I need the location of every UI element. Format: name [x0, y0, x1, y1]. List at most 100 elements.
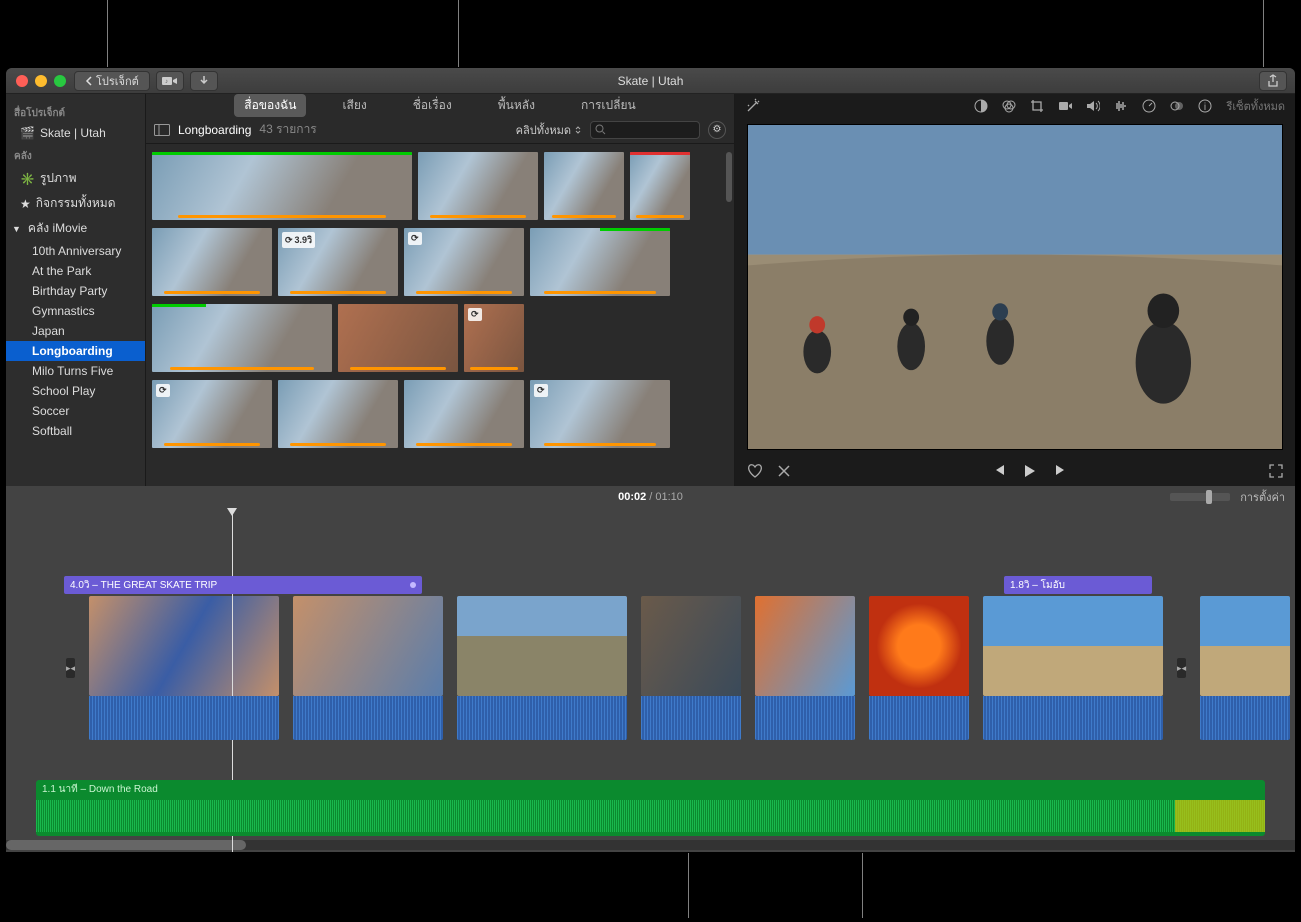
sidebar-event-item[interactable]: Softball	[6, 421, 145, 441]
transition-icon[interactable]: ▸◂	[66, 658, 75, 678]
title-clip-1[interactable]: 4.0วิ – THE GREAT SKATE TRIP	[64, 576, 422, 594]
timeline-clip[interactable]	[755, 596, 855, 740]
stabilization-icon[interactable]	[1058, 100, 1074, 112]
tab-สื่อของฉัน[interactable]: สื่อของฉัน	[234, 94, 306, 117]
enhance-wand-icon[interactable]	[745, 98, 761, 114]
music-track[interactable]: 1.1 นาที – Down the Road	[36, 780, 1265, 836]
media-import-button[interactable]: ♪	[156, 71, 184, 91]
browser-clip-count: 43 รายการ	[259, 120, 316, 139]
search-icon	[595, 124, 606, 135]
sidebar-event-item[interactable]: School Play	[6, 381, 145, 401]
sidebar-event-item[interactable]: Gymnastics	[6, 301, 145, 321]
speed-icon[interactable]	[1142, 99, 1158, 113]
search-input[interactable]	[590, 121, 700, 139]
clip-filter-dropdown[interactable]: คลิปทั้งหมด	[516, 121, 582, 139]
previous-button[interactable]	[992, 464, 1006, 478]
browser-settings-button[interactable]: ⚙	[708, 121, 726, 139]
share-icon	[1267, 74, 1279, 88]
upper-panes: สื่อโปรเจ็กต์ 🎬 Skate | Utah คลัง ✳️ รูป…	[6, 94, 1295, 486]
play-button[interactable]	[1024, 464, 1036, 478]
timeline-body[interactable]: 4.0วิ – THE GREAT SKATE TRIP 1.8วิ – โมอ…	[6, 508, 1295, 852]
tab-เสียง[interactable]: เสียง	[332, 94, 376, 117]
timeline-clip[interactable]	[869, 596, 969, 740]
color-correction-icon[interactable]	[1002, 99, 1018, 113]
sidebar-item-photos[interactable]: ✳️ รูปภาพ	[6, 166, 145, 191]
share-button[interactable]	[1259, 71, 1287, 91]
sidebar-label-all-events: กิจกรรมทั้งหมด	[36, 194, 116, 213]
reset-all-button[interactable]: รีเซ็ตทั้งหมด	[1226, 97, 1285, 115]
volume-icon[interactable]	[1086, 100, 1102, 112]
projects-label: โปรเจ็กต์	[96, 72, 139, 90]
timeline-clip[interactable]	[457, 596, 627, 740]
sidebar-event-item[interactable]: At the Park	[6, 261, 145, 281]
projects-back-button[interactable]: โปรเจ็กต์	[74, 71, 150, 91]
sidebar-event-item[interactable]: Longboarding	[6, 341, 145, 361]
events-list: 10th AnniversaryAt the ParkBirthday Part…	[6, 241, 145, 441]
sidebar-label-photos: รูปภาพ	[40, 169, 77, 188]
libraries-sidebar: สื่อโปรเจ็กต์ 🎬 Skate | Utah คลัง ✳️ รูป…	[6, 94, 146, 486]
minimize-window-button[interactable]	[35, 75, 47, 87]
media-browser: สื่อของฉัน เสียง ชื่อเรื่อง พื้นหลัง การเปลี…	[146, 94, 735, 486]
favorite-button[interactable]	[747, 464, 763, 478]
svg-text:♪: ♪	[165, 79, 168, 85]
clip-thumbnails-area[interactable]: ⟳3.9วิ ⟳ ⟳ ⟳ ⟳	[146, 144, 734, 486]
star-icon: ★	[20, 197, 31, 211]
timeline-settings-button[interactable]: การตั้งค่า	[1240, 488, 1285, 506]
media-icon: ♪	[162, 75, 178, 87]
browser-event-title: Longboarding	[178, 123, 251, 137]
music-clip-label: 1.1 นาที – Down the Road	[42, 782, 158, 797]
disclosure-triangle-icon[interactable]: ▼	[12, 224, 21, 234]
close-window-button[interactable]	[16, 75, 28, 87]
sidebar-item-all-events[interactable]: ★ กิจกรรมทั้งหมด	[6, 191, 145, 216]
zoom-slider[interactable]	[1170, 493, 1230, 501]
svg-text:i: i	[1204, 102, 1206, 113]
clip-filter-label: คลิปทั้งหมด	[516, 121, 571, 139]
photos-icon: ✳️	[20, 172, 35, 186]
titlebar: โปรเจ็กต์ ♪ Skate | Utah	[6, 68, 1295, 94]
viewer-toolbar: i รีเซ็ตทั้งหมด	[735, 94, 1295, 118]
clip-filter-icon[interactable]	[1170, 99, 1186, 113]
sidebar-event-item[interactable]: Soccer	[6, 401, 145, 421]
timeline-header: 00:02 / 01:10 การตั้งค่า	[6, 486, 1295, 508]
timeline-clip[interactable]	[1200, 596, 1290, 740]
color-balance-icon[interactable]	[974, 99, 990, 113]
viewer-canvas[interactable]	[747, 124, 1283, 450]
noise-reduction-icon[interactable]	[1114, 100, 1130, 112]
next-button[interactable]	[1054, 464, 1068, 478]
sidebar-event-item[interactable]: Birthday Party	[6, 281, 145, 301]
sidebar-event-item[interactable]: 10th Anniversary	[6, 241, 145, 261]
viewer-image	[748, 125, 1282, 449]
tab-พื้นหลัง[interactable]: พื้นหลัง	[488, 94, 545, 117]
sidebar-project-name: Skate | Utah	[40, 126, 106, 140]
info-icon[interactable]: i	[1198, 99, 1214, 113]
download-button[interactable]	[190, 71, 218, 91]
tab-ชื่อเรื่อง[interactable]: ชื่อเรื่อง	[403, 94, 462, 117]
transition-icon[interactable]: ▸◂	[1177, 658, 1186, 678]
timeline-clip[interactable]	[983, 596, 1163, 740]
timeline-clip[interactable]	[293, 596, 443, 740]
timeline-clip[interactable]	[89, 596, 279, 740]
waveform	[36, 800, 1265, 832]
sidebar-toggle-icon[interactable]	[154, 124, 170, 136]
zoom-window-button[interactable]	[54, 75, 66, 87]
sidebar-label-imovie-lib: คลัง iMovie	[28, 219, 87, 238]
app-window: โปรเจ็กต์ ♪ Skate | Utah สื่อโปรเจ็กต์ 🎬…	[6, 68, 1295, 852]
sidebar-event-item[interactable]: Milo Turns Five	[6, 361, 145, 381]
title-clip-2[interactable]: 1.8วิ – โมอับ	[1004, 576, 1152, 594]
sidebar-item-project[interactable]: 🎬 Skate | Utah	[6, 123, 145, 143]
tab-การเปลี่ยน[interactable]: การเปลี่ยน	[571, 94, 646, 117]
crop-icon[interactable]	[1030, 99, 1046, 113]
reject-button[interactable]	[777, 464, 791, 478]
updown-icon	[574, 125, 582, 135]
sidebar-event-item[interactable]: Japan	[6, 321, 145, 341]
timeline-clip[interactable]	[641, 596, 741, 740]
gear-icon: ⚙	[713, 124, 722, 135]
viewer-pane: i รีเซ็ตทั้งหมด	[735, 94, 1295, 486]
fullscreen-button[interactable]	[1269, 464, 1283, 478]
browser-scrollbar[interactable]	[726, 152, 732, 202]
sidebar-item-imovie-library[interactable]: ▼ คลัง iMovie	[6, 216, 145, 241]
browser-toolbar: Longboarding 43 รายการ คลิปทั้งหมด ⚙	[146, 116, 734, 144]
timeline-timecode: 00:02 / 01:10	[618, 491, 683, 503]
timeline-pane: 00:02 / 01:10 การตั้งค่า 4.0วิ – THE GRE…	[6, 486, 1295, 852]
timeline-scrollbar[interactable]	[6, 840, 1295, 850]
